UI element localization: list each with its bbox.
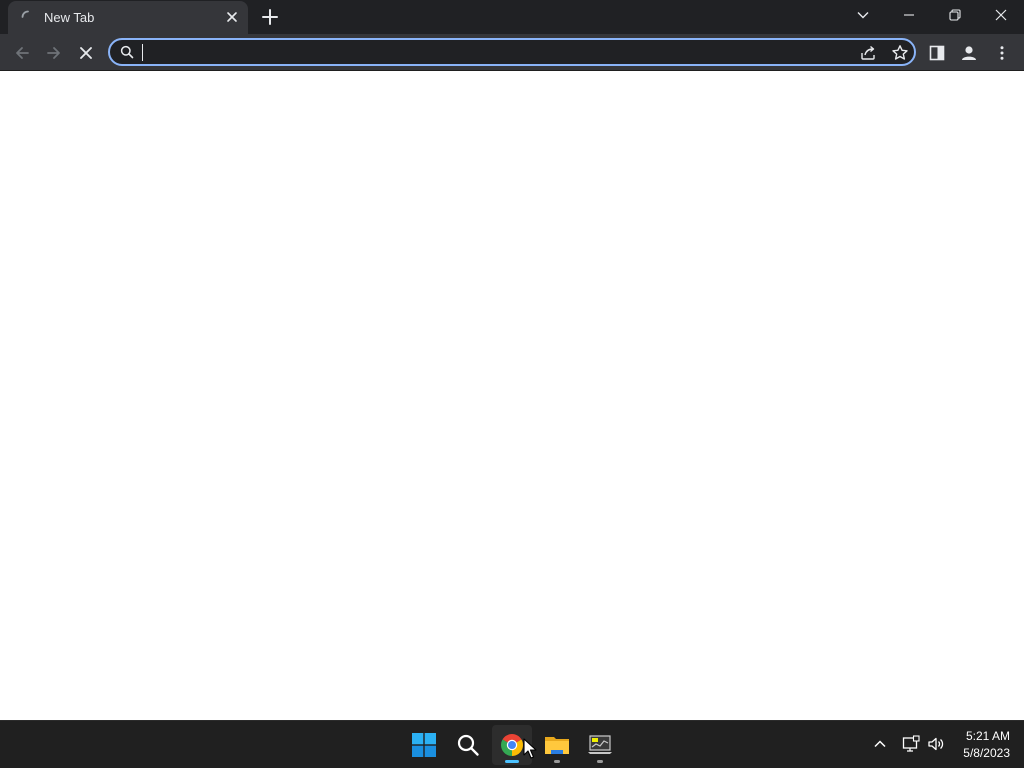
back-button[interactable] (9, 40, 35, 66)
monitor-chart-icon (588, 735, 612, 754)
minimize-icon (904, 14, 914, 16)
person-icon (962, 46, 976, 60)
profile-button[interactable] (956, 40, 982, 66)
close-icon (995, 9, 1007, 21)
address-bar[interactable] (108, 38, 916, 66)
forward-button[interactable] (41, 40, 67, 66)
close-window-button[interactable] (978, 0, 1024, 30)
taskbar-performance-monitor-button[interactable] (580, 725, 620, 765)
start-button[interactable] (404, 725, 444, 765)
tab-title: New Tab (44, 10, 95, 25)
share-icon[interactable] (858, 43, 878, 63)
network-icon (902, 735, 920, 752)
browser-toolbar (0, 34, 1024, 71)
mouse-cursor-icon (523, 738, 537, 759)
chrome-icon (501, 734, 523, 756)
restore-button[interactable] (932, 0, 978, 30)
menu-button[interactable] (989, 40, 1015, 66)
kebab-menu-icon (1000, 46, 1004, 60)
taskbar-file-explorer-button[interactable] (537, 725, 577, 765)
running-app-indicator (597, 760, 603, 763)
running-app-indicator (554, 760, 560, 763)
tab-search-button[interactable] (840, 0, 886, 30)
taskbar-clock[interactable]: 5:21 AM 5/8/2023 (963, 728, 1010, 762)
taskbar-search-button[interactable] (448, 725, 488, 765)
active-app-indicator (505, 760, 519, 763)
folder-icon (545, 737, 569, 754)
clock-date: 5/8/2023 (963, 746, 1010, 760)
side-panel-button[interactable] (924, 40, 950, 66)
loading-spinner-icon (21, 10, 29, 18)
clock-time: 5:21 AM (965, 729, 1010, 743)
search-icon (457, 734, 479, 756)
chevron-down-icon (857, 12, 869, 19)
restore-icon (949, 9, 961, 21)
speaker-icon (928, 737, 944, 751)
page-content (0, 71, 1024, 720)
chevron-up-icon (874, 740, 886, 748)
star-icon[interactable] (890, 43, 910, 63)
tab-strip: New Tab (0, 0, 1024, 34)
address-input[interactable] (143, 42, 843, 62)
show-hidden-icons-button[interactable] (869, 733, 891, 755)
stop-loading-button[interactable] (73, 40, 99, 66)
arrow-left-icon (16, 47, 29, 59)
search-icon (120, 45, 134, 59)
minimize-button[interactable] (886, 0, 932, 30)
browser-window-frame: New Tab (0, 0, 1024, 71)
side-panel-icon (929, 45, 945, 61)
close-tab-icon[interactable] (224, 9, 240, 25)
network-status-button[interactable] (900, 733, 922, 755)
windows-logo-icon (412, 733, 436, 757)
new-tab-button[interactable] (260, 7, 280, 27)
close-icon (80, 47, 92, 59)
taskbar: 5:21 AM 5/8/2023 (0, 720, 1024, 768)
arrow-right-icon (47, 47, 60, 59)
tab-new-tab[interactable]: New Tab (8, 1, 248, 34)
volume-button[interactable] (925, 733, 947, 755)
